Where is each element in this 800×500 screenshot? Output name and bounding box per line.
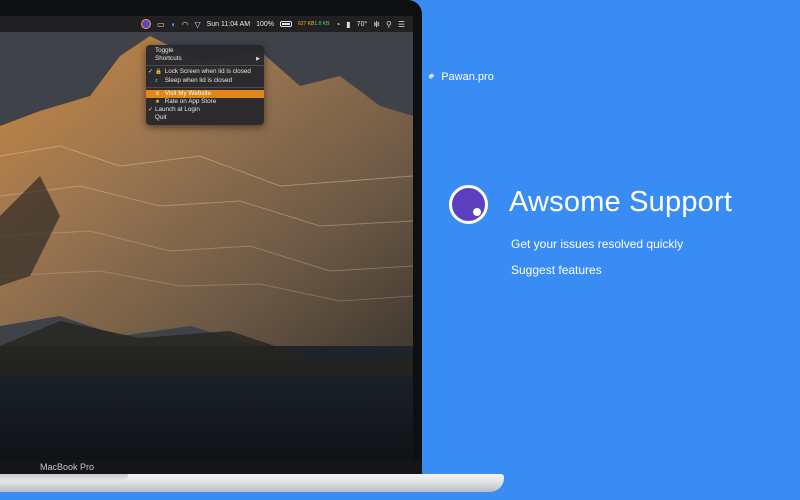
memory-icon[interactable]: ▮ bbox=[346, 20, 350, 29]
net-down-speed: 1.8 KB bbox=[314, 20, 330, 27]
menu-item-quit[interactable]: Quit bbox=[146, 114, 264, 122]
notification-center-icon[interactable]: ☰ bbox=[398, 20, 405, 29]
website-link[interactable]: ⚭ Pawan.pro bbox=[424, 69, 494, 85]
submenu-arrow-icon: ▶ bbox=[256, 56, 260, 63]
app-menubar-icon[interactable] bbox=[141, 19, 152, 29]
menu-item-label: Quit bbox=[155, 114, 167, 122]
checkmark-icon: ✓ bbox=[148, 107, 154, 114]
menu-item-rate-app-store[interactable]: ★ Rate on App Store bbox=[146, 98, 264, 106]
sleep-icon: z bbox=[155, 77, 158, 84]
menu-item-toggle[interactable]: Toggle bbox=[146, 47, 264, 55]
laptop-lid: ▭ ◖ ◠ ▽ Sun 11:04 AM 100% 627 KB 1.8 KB … bbox=[0, 0, 422, 476]
menu-item-label: Toggle bbox=[155, 47, 174, 54]
link-icon: ⚭ bbox=[424, 69, 440, 85]
checkmark-icon: ✓ bbox=[148, 69, 154, 76]
cpu-monitor-icon[interactable]: ◔ bbox=[335, 20, 340, 29]
battery-percentage: 100% bbox=[256, 20, 274, 28]
promo-title: Awsome Support bbox=[509, 186, 733, 218]
feature-item: Get your issues resolved quickly bbox=[511, 237, 684, 251]
app-dropdown-menu: Toggle Shortcuts ▶ ✓ 🔒 Lock Screen when … bbox=[146, 45, 264, 125]
wifi-icon[interactable]: ◠ bbox=[181, 20, 188, 29]
laptop-model-label: MacBook Pro bbox=[40, 462, 95, 472]
menu-item-label: Lock Screen when lid is closed bbox=[164, 68, 251, 76]
screen-mirror-icon[interactable]: ▭ bbox=[157, 20, 165, 29]
logo-dot bbox=[473, 208, 481, 216]
website-text: Pawan.pro bbox=[441, 70, 494, 83]
feature-item: Suggest features bbox=[511, 263, 602, 277]
menu-divider bbox=[146, 65, 264, 67]
menu-item-lock-screen[interactable]: ✓ 🔒 Lock Screen when lid is closed bbox=[146, 68, 264, 76]
gear-icon[interactable]: ✻ bbox=[373, 20, 380, 29]
laptop-screen: ▭ ◖ ◠ ▽ Sun 11:04 AM 100% 627 KB 1.8 KB … bbox=[0, 16, 413, 460]
clock-text[interactable]: Sun 11:04 AM bbox=[207, 21, 250, 28]
menu-item-label: Sleep when lid is closed bbox=[164, 76, 232, 84]
battery-icon[interactable] bbox=[280, 21, 292, 27]
menu-item-label: Rate on App Store bbox=[164, 97, 217, 105]
airplay-icon[interactable]: ▽ bbox=[194, 20, 200, 29]
menu-item-launch-at-login[interactable]: ✓ Launch at Login bbox=[146, 106, 264, 114]
menu-divider bbox=[146, 86, 264, 88]
lock-icon: 🔒 bbox=[155, 69, 162, 76]
menu-item-label: Launch at Login bbox=[155, 106, 200, 114]
menu-item-visit-website[interactable]: ♛ Visit My Website bbox=[146, 89, 264, 98]
menu-item-label: Visit My Website bbox=[164, 89, 212, 97]
laptop-hinge-notch bbox=[0, 474, 128, 481]
menu-item-shortcuts[interactable]: Shortcuts ▶ bbox=[146, 55, 264, 63]
net-up-speed: 627 KB bbox=[298, 20, 315, 27]
menu-item-sleep[interactable]: z Sleep when lid is closed bbox=[146, 77, 264, 85]
star-icon: ★ bbox=[155, 98, 160, 105]
search-icon[interactable]: ⚲ bbox=[386, 20, 392, 29]
temperature-text[interactable]: 70° bbox=[357, 21, 368, 28]
menu-item-label: Shortcuts bbox=[155, 55, 182, 63]
toggle-icon[interactable]: ◖ bbox=[171, 20, 176, 29]
app-logo bbox=[449, 185, 488, 224]
network-speed[interactable]: 627 KB 1.8 KB bbox=[298, 20, 330, 27]
trophy-icon: ♛ bbox=[155, 90, 160, 97]
menu-bar: ▭ ◖ ◠ ▽ Sun 11:04 AM 100% 627 KB 1.8 KB … bbox=[0, 16, 413, 32]
